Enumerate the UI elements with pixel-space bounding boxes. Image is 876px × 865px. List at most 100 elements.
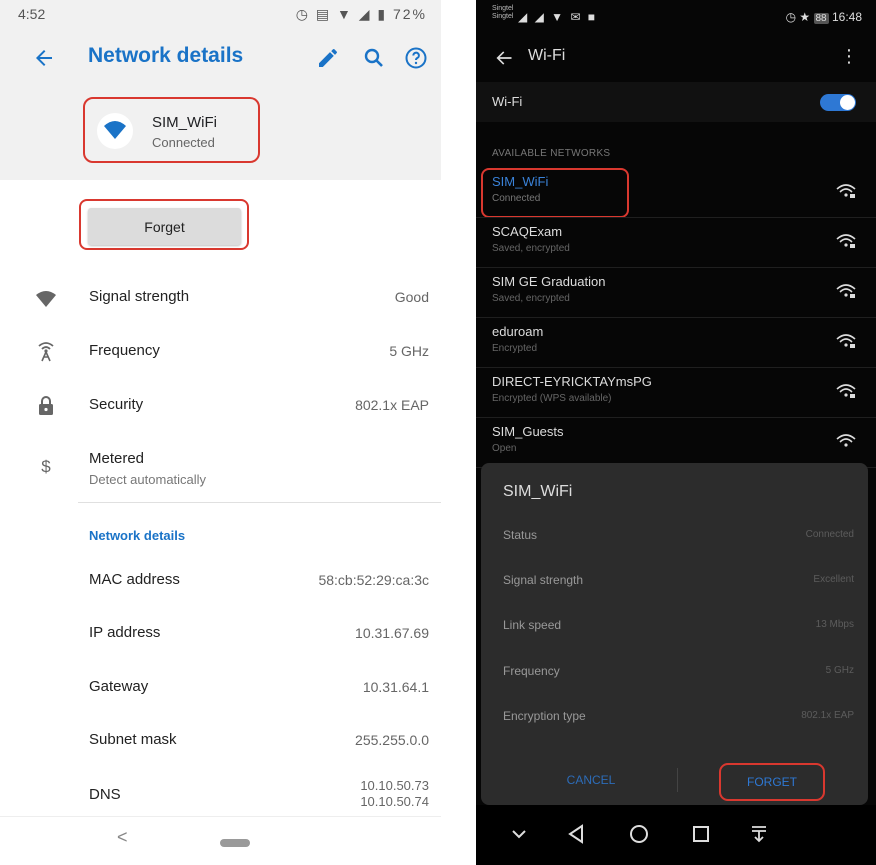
- wifi-status-icon: ▼: [336, 6, 353, 22]
- status-time: 4:52: [18, 6, 46, 22]
- button-divider: [677, 768, 678, 792]
- nav-back-button[interactable]: <: [117, 827, 128, 848]
- wifi-lock-icon: [836, 334, 856, 348]
- vibrate-icon: ▤: [315, 6, 332, 22]
- lock-icon: [39, 396, 53, 415]
- network-name: DIRECT-EYRICKTAYmsPG: [492, 374, 652, 389]
- network-ssid: SIM_WiFi: [152, 114, 217, 131]
- dns-value-1: 10.10.50.73: [360, 778, 429, 793]
- signal-strength-value: Good: [394, 289, 429, 305]
- wifi-lock-icon: [836, 184, 856, 198]
- dialog-row-value: 13 Mbps: [815, 619, 854, 630]
- network-status: Saved, encrypted: [492, 293, 570, 304]
- mail-icon: ✉: [570, 10, 583, 24]
- overflow-menu-icon[interactable]: ⋮: [840, 46, 858, 67]
- metered-label: Metered: [89, 450, 145, 467]
- gateway-value: 10.31.64.1: [362, 679, 429, 695]
- network-name: SIM GE Graduation: [492, 274, 606, 289]
- network-item-sim-guests[interactable]: SIM_Guests Open: [476, 418, 876, 468]
- help-icon[interactable]: [404, 46, 428, 70]
- huawei-wifi-screen: Singtel Singtel ◢ ◢ ▼ ✉ ■ ◷ ★ 88 16:48 W…: [476, 0, 876, 865]
- dialog-row-frequency: Frequency 5 GHz: [481, 657, 868, 687]
- carrier-names: Singtel Singtel: [492, 5, 513, 21]
- dialog-row-label: Status: [503, 528, 538, 542]
- network-name: SIM_WiFi: [492, 174, 549, 189]
- battery-level: 88: [813, 13, 829, 24]
- carrier-1: Singtel: [492, 5, 514, 12]
- navigation-bar: [476, 805, 876, 865]
- status-bar: Singtel Singtel ◢ ◢ ▼ ✉ ■ ◷ ★ 88 16:48: [476, 0, 876, 34]
- battery-icon: ▮: [377, 6, 388, 22]
- nav-home-pill[interactable]: [220, 839, 250, 847]
- dialog-row-label: Frequency: [503, 664, 560, 678]
- gateway-row: Gateway 10.31.64.1: [0, 668, 441, 708]
- metered-row[interactable]: $ Metered: [0, 440, 441, 480]
- network-item-sim-ge-graduation[interactable]: SIM GE Graduation Saved, encrypted: [476, 268, 876, 318]
- dialog-row-label: Link speed: [503, 618, 562, 632]
- network-item-direct[interactable]: DIRECT-EYRICKTAYmsPG Encrypted (WPS avai…: [476, 368, 876, 418]
- network-details-section-title: Network details: [89, 528, 186, 543]
- network-status: Encrypted: [492, 343, 538, 354]
- network-status: Connected: [152, 135, 215, 150]
- back-arrow-icon[interactable]: [494, 48, 514, 68]
- mac-address-value: 58:cb:52:29:ca:3c: [318, 572, 429, 588]
- dialog-row-link-speed: Link speed 13 Mbps: [481, 611, 868, 641]
- network-status: Saved, encrypted: [492, 243, 570, 254]
- available-networks-title: AVAILABLE NETWORKS: [492, 148, 611, 159]
- ip-address-value: 10.31.67.69: [355, 625, 429, 641]
- cell-signal-icon: ◢: [358, 6, 372, 22]
- forget-button[interactable]: FORGET: [719, 763, 825, 801]
- section-divider: [78, 502, 441, 503]
- wifi-lock-icon: [836, 284, 856, 298]
- wifi-icon: [104, 121, 126, 139]
- status-time: 16:48: [831, 10, 862, 24]
- metered-sublabel: Detect automatically: [89, 472, 207, 487]
- back-arrow-icon[interactable]: [32, 46, 56, 70]
- dialog-row-label: Encryption type: [503, 709, 586, 723]
- dialog-row-value: Connected: [805, 529, 854, 540]
- frequency-row: Frequency 5 GHz: [0, 332, 441, 372]
- dns-value-2: 10.10.50.74: [360, 794, 429, 809]
- security-value: 802.1x EAP: [355, 397, 429, 413]
- dialog-row-status: Status Connected: [481, 521, 868, 551]
- wifi-signal-icon: [36, 291, 56, 307]
- nav-recents-square-icon[interactable]: [686, 819, 716, 849]
- signal-icons: ◢ ◢ ▼ ✉ ■: [518, 10, 597, 24]
- forget-button[interactable]: Forget: [88, 208, 241, 245]
- notification-pulldown-icon[interactable]: [744, 819, 774, 849]
- svg-text:$: $: [41, 457, 51, 476]
- carrier-2: Singtel: [492, 13, 514, 20]
- cell-signal-icon: ◢: [518, 10, 530, 24]
- cell-signal-icon-2: ◢: [534, 10, 546, 24]
- edit-pencil-icon[interactable]: [316, 46, 340, 70]
- dialog-row-label: Signal strength: [503, 573, 584, 587]
- network-item-sim-wifi[interactable]: SIM_WiFi Connected: [476, 168, 876, 218]
- network-status: Encrypted (WPS available): [492, 393, 612, 404]
- navigation-bar: <: [0, 816, 441, 865]
- search-icon[interactable]: [362, 46, 386, 70]
- gateway-label: Gateway: [89, 678, 149, 695]
- ip-address-label: IP address: [89, 624, 161, 641]
- status-icons: ◷ ▤ ▼ ◢ ▮ 72%: [296, 6, 427, 23]
- dialog-row-signal: Signal strength Excellent: [481, 566, 868, 596]
- nav-home-circle-icon[interactable]: [624, 819, 654, 849]
- alarm-icon: ◷: [785, 10, 797, 24]
- security-row: Security 802.1x EAP: [0, 386, 441, 426]
- status-right: ◷ ★ 88 16:48: [786, 10, 862, 24]
- cancel-button[interactable]: CANCEL: [536, 768, 646, 792]
- network-item-scaqexam[interactable]: SCAQExam Saved, encrypted: [476, 218, 876, 268]
- antenna-icon: [38, 342, 54, 362]
- wifi-toggle-row: Wi-Fi: [476, 82, 876, 122]
- network-item-eduroam[interactable]: eduroam Encrypted: [476, 318, 876, 368]
- wifi-toggle-switch[interactable]: [820, 94, 856, 111]
- dialog-row-value: Excellent: [813, 574, 854, 585]
- signal-strength-row: Signal strength Good: [0, 278, 441, 318]
- nav-back-triangle-icon[interactable]: [562, 819, 592, 849]
- chevron-down-icon[interactable]: [504, 819, 534, 849]
- alarm-icon: ◷: [295, 6, 310, 22]
- wifi-lock-icon: [836, 384, 856, 398]
- subnet-mask-value: 255.255.0.0: [355, 732, 429, 748]
- wifi-open-icon: [836, 434, 856, 447]
- network-name: SIM_Guests: [492, 424, 564, 439]
- network-status: Open: [492, 443, 517, 454]
